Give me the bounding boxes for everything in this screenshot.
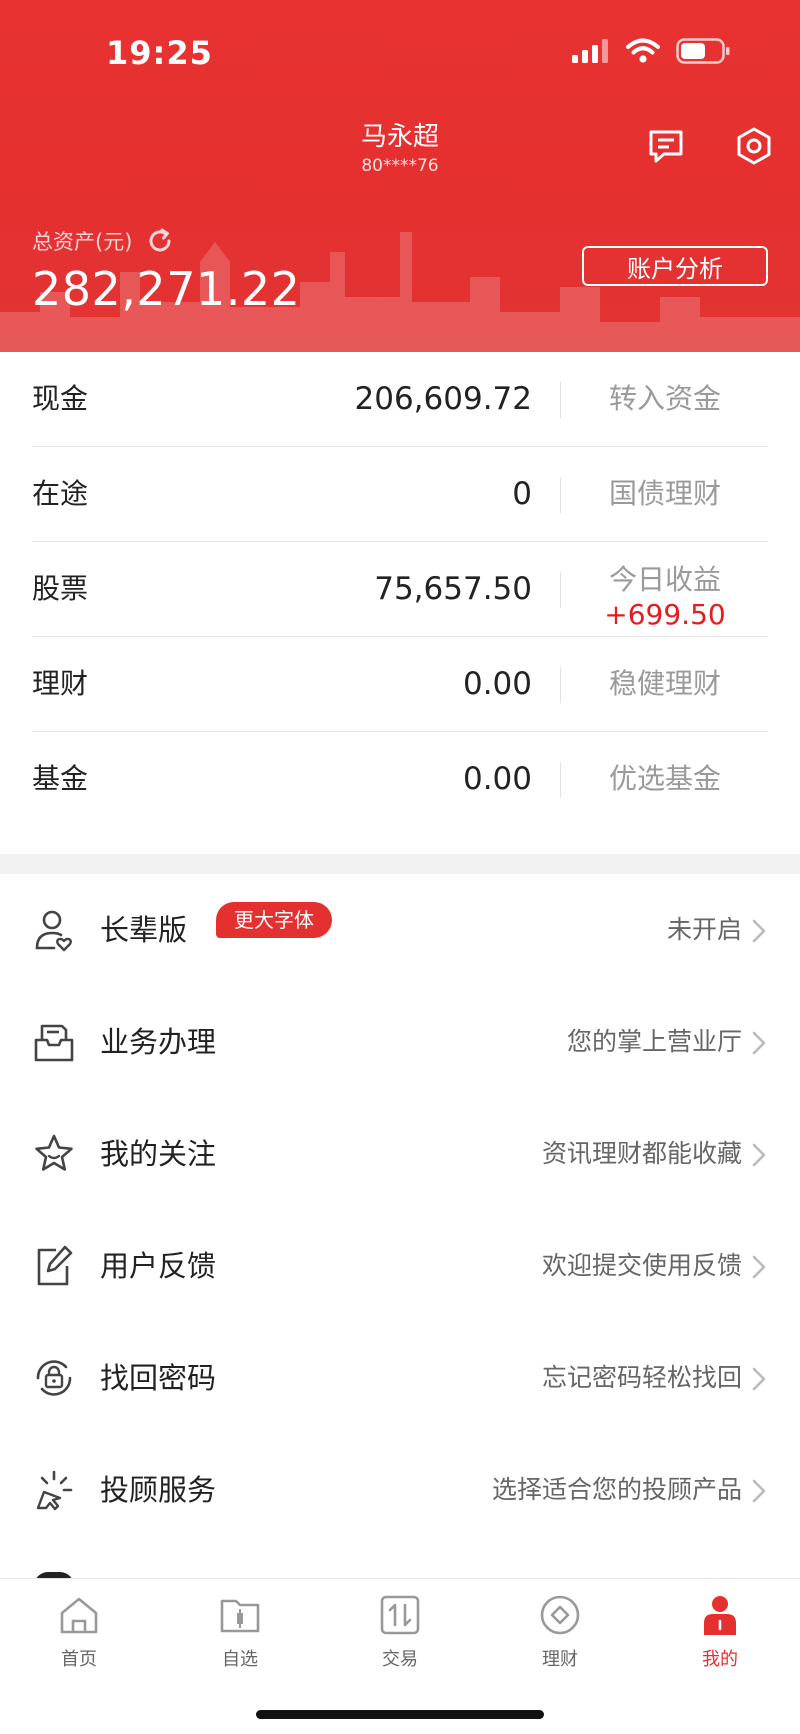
menu-item-elder-mode[interactable]: 长辈版 更大字体 未开启 bbox=[0, 874, 800, 986]
settings-button[interactable] bbox=[732, 124, 776, 168]
signal-icon bbox=[572, 39, 608, 63]
wifi-icon bbox=[626, 38, 660, 63]
tab-label: 首页 bbox=[61, 1649, 97, 1670]
asset-name: 理财 bbox=[32, 667, 89, 700]
menu-desc: 忘记密码轻松找回 bbox=[541, 1363, 742, 1392]
home-indicator[interactable] bbox=[256, 1710, 544, 1719]
lock-refresh-icon bbox=[36, 1360, 72, 1396]
tab-wealth[interactable]: 理财 bbox=[500, 1593, 620, 1671]
menu-label: 投顾服务 bbox=[100, 1473, 217, 1507]
total-assets-value: 282,271.22 bbox=[32, 262, 301, 316]
chevron-right-icon bbox=[752, 1143, 766, 1167]
menu-item-advisory[interactable]: 投顾服务 选择适合您的投顾产品 bbox=[0, 1434, 800, 1546]
larger-font-badge: 更大字体 bbox=[216, 902, 332, 938]
divider bbox=[560, 667, 561, 703]
tab-trade[interactable]: 交易 bbox=[340, 1593, 460, 1671]
today-profit-value: +699.50 bbox=[604, 598, 726, 631]
asset-row-funds: 基金 0.00 优选基金 bbox=[32, 732, 768, 827]
asset-value: 206,609.72 bbox=[354, 381, 533, 417]
tab-home[interactable]: 首页 bbox=[19, 1593, 139, 1671]
account-analysis-button[interactable]: 账户分析 bbox=[582, 246, 768, 286]
user-heart-icon bbox=[35, 910, 72, 952]
asset-row-cash: 现金 206,609.72 转入资金 bbox=[32, 352, 768, 447]
menu-label: 找回密码 bbox=[100, 1361, 217, 1395]
asset-breakdown: 现金 206,609.72 转入资金 在途 0 国债理财 股票 75,657.5… bbox=[0, 352, 800, 827]
diamond-circle-icon bbox=[540, 1595, 580, 1635]
asset-value: 0 bbox=[512, 476, 532, 512]
menu-desc: 资讯理财都能收藏 bbox=[541, 1139, 742, 1168]
treasury-bonds-link[interactable]: 国债理财 bbox=[562, 447, 768, 541]
person-icon bbox=[704, 1596, 736, 1635]
menu-item-business[interactable]: 业务办理 您的掌上营业厅 bbox=[0, 986, 800, 1098]
asset-value: 0.00 bbox=[462, 761, 532, 797]
featured-funds-link[interactable]: 优选基金 bbox=[562, 732, 768, 826]
divider bbox=[560, 572, 561, 608]
account-header: 19:25 马永超 80****76 总资产(元) 282,271.22 账户分… bbox=[0, 0, 800, 352]
tab-label: 交易 bbox=[382, 1649, 418, 1670]
menu-desc: 选择适合您的投顾产品 bbox=[491, 1475, 742, 1504]
asset-name: 股票 bbox=[32, 572, 89, 605]
total-assets-label-text: 总资产(元) bbox=[32, 230, 133, 254]
asset-value: 75,657.50 bbox=[374, 571, 532, 607]
total-assets-label: 总资产(元) bbox=[32, 226, 174, 256]
section-divider bbox=[0, 854, 800, 874]
tab-mine[interactable]: 我的 bbox=[660, 1593, 780, 1671]
transfer-funds-link[interactable]: 转入资金 bbox=[562, 352, 768, 446]
settings-icon bbox=[737, 127, 771, 165]
menu-item-feedback[interactable]: 用户反馈 欢迎提交使用反馈 bbox=[0, 1210, 800, 1322]
menu-item-favorites[interactable]: 我的关注 资讯理财都能收藏 bbox=[0, 1098, 800, 1210]
chevron-right-icon bbox=[752, 1479, 766, 1503]
message-icon bbox=[649, 130, 683, 163]
today-profit-link[interactable]: 今日收益 +699.50 bbox=[562, 542, 768, 636]
refresh-icon[interactable] bbox=[146, 227, 174, 255]
tab-watchlist[interactable]: 自选 bbox=[180, 1593, 300, 1671]
trade-icon bbox=[380, 1595, 420, 1635]
edit-icon bbox=[37, 1245, 73, 1286]
asset-name: 基金 bbox=[32, 762, 89, 795]
star-icon bbox=[35, 1134, 73, 1171]
menu-desc: 欢迎提交使用反馈 bbox=[541, 1251, 742, 1280]
chevron-right-icon bbox=[752, 1367, 766, 1391]
status-time: 19:25 bbox=[106, 34, 213, 72]
today-profit-label: 今日收益 bbox=[608, 563, 721, 596]
divider bbox=[560, 382, 561, 418]
divider bbox=[560, 477, 561, 513]
inbox-icon bbox=[34, 1024, 74, 1062]
menu-label: 长辈版 bbox=[100, 913, 188, 947]
message-button[interactable] bbox=[644, 124, 688, 168]
divider bbox=[560, 762, 561, 798]
tab-label: 理财 bbox=[542, 1649, 578, 1670]
asset-row-wealth: 理财 0.00 稳健理财 bbox=[32, 637, 768, 732]
home-icon bbox=[60, 1597, 98, 1634]
status-icons bbox=[572, 38, 730, 64]
stable-wealth-link[interactable]: 稳健理财 bbox=[562, 637, 768, 731]
chevron-right-icon bbox=[752, 1255, 766, 1279]
battery-icon bbox=[676, 38, 730, 64]
menu-label: 业务办理 bbox=[100, 1025, 217, 1059]
menu-list: 长辈版 更大字体 未开启 业务办理 您的掌上营业厅 我的关注 资讯理财都能收藏 … bbox=[0, 874, 800, 1546]
folder-chart-icon bbox=[220, 1599, 260, 1633]
cursor-click-icon bbox=[36, 1470, 73, 1511]
menu-desc: 未开启 bbox=[666, 915, 742, 944]
menu-item-recover-password[interactable]: 找回密码 忘记密码轻松找回 bbox=[0, 1322, 800, 1434]
tab-label: 自选 bbox=[222, 1649, 258, 1670]
menu-desc: 您的掌上营业厅 bbox=[566, 1027, 742, 1056]
menu-label: 我的关注 bbox=[100, 1137, 217, 1171]
chevron-right-icon bbox=[752, 1031, 766, 1055]
asset-row-in-transit: 在途 0 国债理财 bbox=[32, 447, 768, 542]
chevron-right-icon bbox=[752, 919, 766, 943]
asset-row-stocks: 股票 75,657.50 今日收益 +699.50 bbox=[32, 542, 768, 637]
asset-name: 在途 bbox=[32, 477, 89, 510]
tab-label: 我的 bbox=[702, 1649, 738, 1670]
asset-name: 现金 bbox=[32, 382, 89, 415]
asset-value: 0.00 bbox=[462, 666, 532, 702]
menu-label: 用户反馈 bbox=[100, 1249, 217, 1283]
